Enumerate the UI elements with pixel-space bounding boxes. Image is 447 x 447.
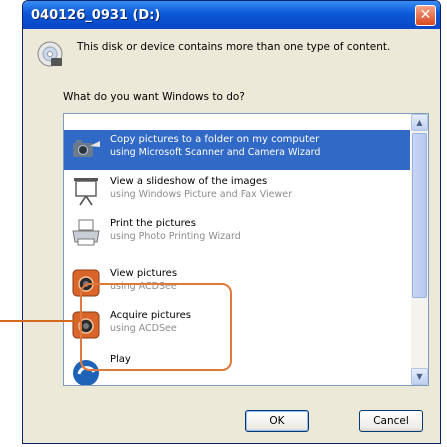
highlight-callout-box [80,283,232,371]
item-subtitle: using Photo Printing Wizard [110,231,241,242]
chevron-down-icon: ▼ [416,372,423,381]
message-text: This disk or device contains more than o… [77,41,391,53]
close-button[interactable]: ✕ [415,4,436,26]
scroll-up-button[interactable]: ▲ [411,114,428,131]
scroll-thumb[interactable] [412,133,427,298]
camera-copy-icon [73,140,100,157]
question-text: What do you want Windows to do? [63,91,245,103]
item-title: Copy pictures to a folder on my computer [110,134,320,145]
vertical-scrollbar[interactable]: ▲ ▼ [411,114,428,385]
callout-line [0,320,80,322]
window-title: 040126_0931 (D:) [31,7,161,23]
printer-icon [72,219,100,246]
item-title: View pictures [110,268,178,279]
list-item-print[interactable]: Print the pictures using Photo Printing … [64,214,410,254]
autoplay-dialog: 040126_0931 (D:) ✕ This disk or device c… [22,0,441,444]
list-item-slideshow[interactable]: View a slideshow of the images using Win… [64,172,410,212]
item-title: View a slideshow of the images [110,176,268,187]
slideshow-icon [74,178,98,206]
item-title: Print the pictures [110,218,196,229]
title-bar[interactable]: 040126_0931 (D:) ✕ [23,1,440,29]
list-item-copy-pictures[interactable]: Copy pictures to a folder on my computer… [64,130,410,170]
scroll-down-button[interactable]: ▼ [411,368,428,385]
item-subtitle: using Windows Picture and Fax Viewer [110,189,293,200]
message-row: This disk or device contains more than o… [37,39,427,79]
cancel-button[interactable]: Cancel [359,410,423,432]
disk-icon [37,41,63,67]
ok-button[interactable]: OK [245,410,309,432]
item-subtitle: using Microsoft Scanner and Camera Wizar… [110,147,321,158]
close-icon: ✕ [419,7,432,23]
chevron-up-icon: ▲ [416,118,423,127]
